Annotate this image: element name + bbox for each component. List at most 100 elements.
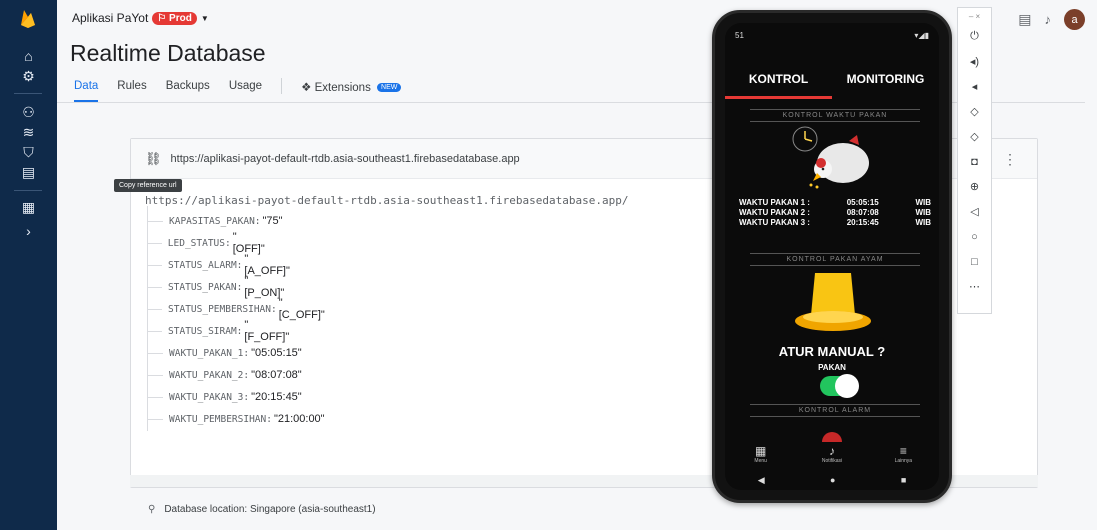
node-key: WAKTU_PEMBERSIHAN: <box>169 413 272 425</box>
database-icon[interactable]: ▤ <box>0 160 57 184</box>
rotate-right-icon[interactable]: ◇ <box>957 124 992 149</box>
tab-monitoring[interactable]: MONITORING <box>832 59 939 99</box>
tab-backups[interactable]: Backups <box>166 80 210 102</box>
rail-divider <box>14 93 42 94</box>
tree-connector <box>147 330 163 332</box>
node-value[interactable]: "[A_OFF]" <box>244 253 290 277</box>
project-name: Aplikasi PaYot <box>72 11 149 25</box>
tree-node[interactable]: STATUS_PAKAN: "[P_ON]" <box>147 275 285 299</box>
grid-icon: ▦ <box>754 444 767 458</box>
apps-grid-icon[interactable]: ▦ <box>0 195 57 219</box>
more-icon[interactable]: ⋯ <box>957 274 992 299</box>
left-rail: ⌂ ⚙ ⚇ ≋ ⛉ ▤ ▦ › <box>0 0 57 530</box>
node-value[interactable]: "08:07:08" <box>251 369 302 381</box>
node-key: STATUS_PEMBERSIHAN: <box>168 303 277 315</box>
alarm-illustration <box>822 432 842 442</box>
app-tabs: KONTROL MONITORING <box>725 59 939 99</box>
zoom-icon[interactable]: ⊕ <box>957 174 992 199</box>
tree-node[interactable]: WAKTU_PAKAN_2: "08:07:08" <box>147 364 302 386</box>
avatar[interactable]: a <box>1064 9 1085 30</box>
manual-label: PAKAN <box>818 363 846 372</box>
back-icon[interactable]: ◀ <box>758 475 765 490</box>
system-nav: ◀ ● ■ <box>725 475 939 490</box>
tree-connector <box>147 374 163 376</box>
volume-down-icon[interactable]: ◂ <box>957 74 992 99</box>
node-value[interactable]: "[F_OFF]" <box>244 319 290 343</box>
tree-node[interactable]: STATUS_SIRAM: "[F_OFF]" <box>147 319 290 343</box>
node-value[interactable]: "75" <box>263 215 283 227</box>
node-value[interactable]: "[OFF]" <box>233 231 266 255</box>
root-url[interactable]: https://aplikasi-payot-default-rtdb.asia… <box>145 194 628 207</box>
tree-connector <box>147 242 162 244</box>
back-icon[interactable]: ◁ <box>957 199 992 224</box>
node-value[interactable]: "20:15:45" <box>251 391 302 403</box>
nav-notifikasi[interactable]: ♪ Notifikasi <box>796 444 867 472</box>
project-switcher[interactable]: Aplikasi PaYot ⚐ Prod ▼ <box>72 11 209 25</box>
tree-node[interactable]: WAKTU_PEMBERSIHAN: "21:00:00" <box>147 408 325 430</box>
node-key: STATUS_SIRAM: <box>168 325 243 337</box>
toggle-knob <box>835 374 859 398</box>
node-key: STATUS_ALARM: <box>168 259 243 271</box>
minimize-close-icon[interactable]: – × <box>957 8 992 24</box>
home-circle-icon[interactable]: ● <box>830 475 835 490</box>
tree-node[interactable]: STATUS_PEMBERSIHAN: "[C_OFF]" <box>147 297 326 321</box>
tab-kontrol[interactable]: KONTROL <box>725 59 832 99</box>
location-pin-icon: ⚲ <box>148 504 156 515</box>
section-alarm: KONTROL ALARM <box>750 404 920 417</box>
tree-node[interactable]: KAPASITAS_PAKAN: "75" <box>147 210 283 232</box>
settings-icon[interactable]: ⚙ <box>0 64 57 88</box>
notes-icon[interactable]: ▤ <box>1018 11 1031 28</box>
time-row: WAKTU PAKAN 1 :05:05:15 WIB <box>739 198 931 207</box>
prod-badge: ⚐ Prod <box>152 11 197 25</box>
emulator-phone: 51 ▾◢▮ KONTROL MONITORING KONTROL WAKTU … <box>712 10 952 503</box>
section-pakan: KONTROL WAKTU PAKAN <box>750 109 920 122</box>
emulator-toolbar: – × ⏻ ◂) ◂ ◇ ◇ ◘ ⊕ ◁ ○ □ ⋯ <box>957 7 992 314</box>
tree-connector <box>147 308 163 310</box>
nav-menu[interactable]: ▦ Menu <box>725 444 796 472</box>
bell-icon: ♪ <box>828 444 835 458</box>
tree-node[interactable]: STATUS_ALARM: "[A_OFF]" <box>147 253 291 277</box>
tab-extensions[interactable]: ❖ Extensions NEW <box>301 80 402 102</box>
recents-icon[interactable]: ■ <box>901 475 906 490</box>
node-value[interactable]: "21:00:00" <box>274 413 325 425</box>
power-icon[interactable]: ⏻ <box>957 24 992 49</box>
bell-icon[interactable]: ♪ <box>1045 12 1052 27</box>
node-key: WAKTU_PAKAN_2: <box>169 369 250 381</box>
home-icon[interactable]: ○ <box>957 224 992 249</box>
tab-rules[interactable]: Rules <box>117 80 146 102</box>
reference-url-row[interactable]: ⛓ https://aplikasi-payot-default-rtdb.as… <box>145 151 520 167</box>
link-icon[interactable]: ⛓ <box>145 151 162 167</box>
node-value[interactable]: "[P_ON]" <box>244 275 285 299</box>
new-badge: NEW <box>377 83 402 93</box>
volume-up-icon[interactable]: ◂) <box>957 49 992 74</box>
feeder-illustration <box>795 273 871 331</box>
tree-node[interactable]: WAKTU_PAKAN_1: "05:05:15" <box>147 342 302 364</box>
more-menu-icon[interactable]: ⋮ <box>1003 151 1017 168</box>
node-key: STATUS_PAKAN: <box>167 281 243 293</box>
firebase-logo[interactable] <box>19 8 37 28</box>
tree-node[interactable]: LED_STATUS: "[OFF]" <box>147 231 266 255</box>
node-value[interactable]: "05:05:15" <box>251 347 302 359</box>
status-bar: 51 ▾◢▮ <box>735 31 929 40</box>
list-icon: ≡ <box>899 444 907 458</box>
tab-usage[interactable]: Usage <box>229 80 262 102</box>
battery-icon: ▾◢▮ <box>914 31 929 40</box>
pakan-toggle[interactable] <box>820 374 859 398</box>
node-key: LED_STATUS: <box>167 237 231 249</box>
node-key: KAPASITAS_PAKAN: <box>169 215 261 227</box>
expand-chevron-icon[interactable]: › <box>0 219 57 243</box>
rail-divider <box>14 190 42 191</box>
rotate-left-icon[interactable]: ◇ <box>957 99 992 124</box>
reference-url: https://aplikasi-payot-default-rtdb.asia… <box>170 153 520 165</box>
tree-connector <box>147 220 163 222</box>
node-key: WAKTU_PAKAN_1: <box>169 347 250 359</box>
chevron-down-icon: ▼ <box>200 13 209 23</box>
overview-icon[interactable]: □ <box>957 249 992 274</box>
node-value[interactable]: "[C_OFF]" <box>279 297 326 321</box>
tab-data[interactable]: Data <box>74 80 99 102</box>
page-title: Realtime Database <box>70 40 266 66</box>
camera-icon[interactable]: ◘ <box>957 149 992 174</box>
nav-lainnya[interactable]: ≡ Lainnya <box>868 444 939 472</box>
tree-node[interactable]: WAKTU_PAKAN_3: "20:15:45" <box>147 386 302 408</box>
tab-divider <box>281 78 283 94</box>
